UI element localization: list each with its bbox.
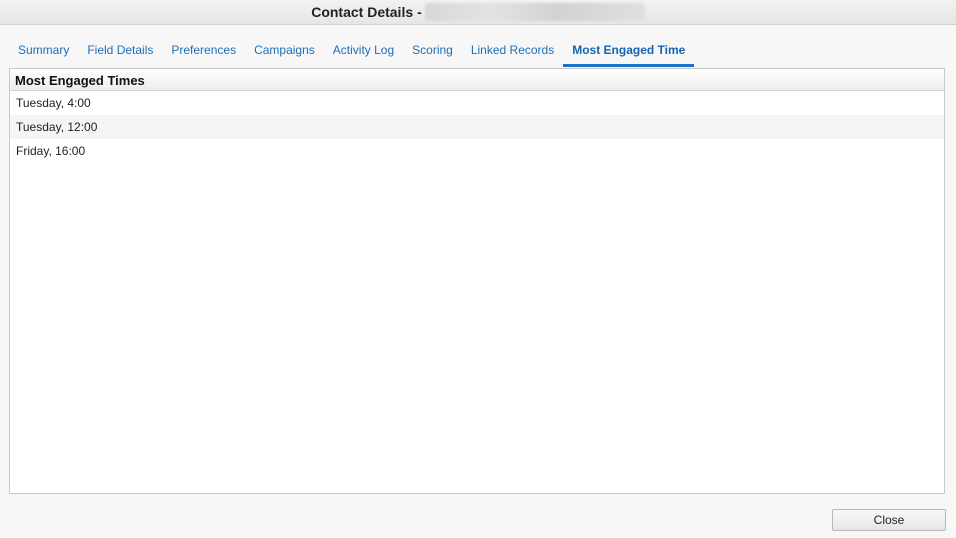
list-item: Friday, 16:00 xyxy=(16,144,86,158)
panel-title: Most Engaged Times xyxy=(15,73,145,88)
contact-details-dialog: Contact Details - Summary Field Details … xyxy=(0,0,956,538)
close-button[interactable]: Close xyxy=(832,509,946,531)
most-engaged-times-panel: Most Engaged Times Tuesday, 4:00 Tuesday… xyxy=(9,68,945,494)
title-separator: - xyxy=(417,4,422,20)
tab-field-details[interactable]: Field Details xyxy=(78,36,162,67)
title-bar: Contact Details - xyxy=(0,0,956,25)
list-item: Tuesday, 4:00 xyxy=(16,96,91,110)
tab-linked-records[interactable]: Linked Records xyxy=(462,36,563,67)
redacted-email xyxy=(424,3,645,21)
tab-preferences[interactable]: Preferences xyxy=(162,36,245,67)
tab-most-engaged-time[interactable]: Most Engaged Time xyxy=(563,36,695,67)
tab-activity-log[interactable]: Activity Log xyxy=(324,36,403,67)
list-item: Tuesday, 12:00 xyxy=(10,115,944,139)
tab-scoring[interactable]: Scoring xyxy=(403,36,462,67)
tab-campaigns[interactable]: Campaigns xyxy=(245,36,324,67)
tab-summary[interactable]: Summary xyxy=(9,36,78,67)
window-title: Contact Details xyxy=(311,4,414,20)
tab-bar: Summary Field Details Preferences Campai… xyxy=(9,36,695,68)
panel-header: Most Engaged Times xyxy=(10,69,944,91)
